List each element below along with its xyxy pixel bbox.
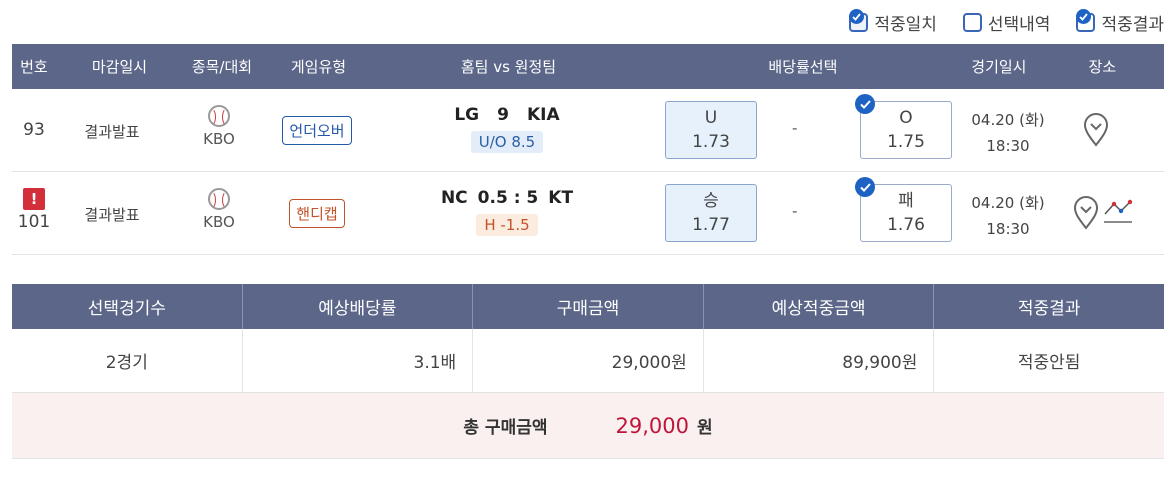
- option-odds: 1.76: [887, 215, 925, 235]
- trend-chart-icon[interactable]: [1102, 196, 1134, 230]
- draw-odds: -: [792, 202, 798, 220]
- summary-result: 적중안됨: [1017, 353, 1081, 373]
- alert-icon: !: [23, 188, 45, 210]
- legend-label: 선택내역: [987, 15, 1051, 35]
- game-type-cell: 핸디캡: [274, 199, 360, 228]
- header-odds: 배당률선택: [768, 58, 838, 76]
- location-icon[interactable]: [1072, 196, 1100, 234]
- total-amount: 29,000: [615, 413, 689, 438]
- location-icon[interactable]: [1072, 113, 1120, 151]
- game-time: 18:30: [986, 137, 1030, 155]
- header-no: 번호: [20, 58, 48, 76]
- home-team: LG: [454, 105, 480, 125]
- close-status: 결과발표: [84, 123, 140, 141]
- header-place: 장소: [1088, 58, 1117, 76]
- legend-label: 적중일치: [874, 15, 937, 35]
- sport-cell: KBO: [180, 105, 258, 148]
- header-date: 경기일시: [971, 58, 1027, 76]
- league-name: KBO: [203, 130, 235, 148]
- summary-header-result: 적중결과: [1017, 299, 1081, 319]
- summary-expected: 89,900원: [704, 329, 935, 392]
- checkbox-icon[interactable]: [1076, 9, 1096, 32]
- odds-cell: 승 1.77 - 패 1.76: [652, 172, 972, 255]
- game-type-badge: 핸디캡: [289, 199, 345, 228]
- game-type-cell: 언더오버: [274, 116, 360, 145]
- summary-header-count: 선택경기수: [12, 284, 243, 329]
- total-purchase-bar: 총 구매금액 29,000 원: [12, 393, 1164, 459]
- check-icon: [855, 94, 875, 114]
- legend-hit-match[interactable]: 적중일치: [849, 9, 937, 35]
- legend: 적중일치 선택내역 적중결과: [849, 9, 1164, 35]
- check-icon: [855, 177, 875, 197]
- checkbox-icon[interactable]: [962, 13, 982, 32]
- sport-cell: KBO: [180, 188, 258, 231]
- game-number: 93: [23, 120, 45, 140]
- header-sport: 종목/대회: [191, 58, 253, 76]
- game-date: 04.20 (화): [971, 111, 1045, 129]
- away-team: KIA: [526, 105, 560, 125]
- header-match: 홈팀 vs 원정팀: [460, 58, 557, 76]
- match-cell: NC 0.5 : 5 KT H -1.5: [392, 188, 622, 236]
- place-cell: [1072, 196, 1152, 234]
- odds-option-lose[interactable]: 패 1.76: [855, 177, 952, 242]
- game-number: 101: [17, 212, 51, 232]
- legend-selection[interactable]: 선택내역: [962, 10, 1051, 35]
- summary-header: 선택경기수 예상배당률 구매금액 예상적중금액 적중결과: [12, 284, 1164, 329]
- summary-odds: 3.1배: [243, 329, 474, 392]
- line-badge: H -1.5: [476, 214, 538, 236]
- option-label: O: [899, 108, 913, 128]
- header-type: 게임유형: [290, 58, 347, 76]
- home-team: NC: [440, 188, 468, 208]
- summary-purchase: 29,000원: [473, 329, 704, 392]
- game-date: 04.20 (화): [971, 194, 1045, 212]
- table-row: 93 결과발표 KBO 언더오버 LG 9 KIA U/O 8.5 U 1.73…: [12, 89, 1164, 172]
- legend-hit-result[interactable]: 적중결과: [1076, 9, 1164, 35]
- odds-option-under[interactable]: U 1.73: [665, 101, 757, 159]
- summary-header-expected: 예상적중금액: [704, 284, 935, 329]
- table-row: ! 101 결과발표 KBO 핸디캡 NC 0.5 : 5 KT H -1.5 …: [12, 172, 1164, 255]
- summary-header-purchase: 구매금액: [473, 284, 704, 329]
- option-odds: 1.75: [887, 132, 925, 152]
- summary-header-odds: 예상배당률: [243, 284, 474, 329]
- baseball-icon: [208, 188, 230, 210]
- odds-cell: U 1.73 - O 1.75: [652, 89, 972, 172]
- game-datetime: 04.20 (화) 18:30: [960, 190, 1056, 242]
- line-badge: U/O 8.5: [470, 131, 544, 153]
- option-label: 승: [703, 191, 719, 211]
- summary-count: 2경기: [12, 329, 243, 392]
- odds-option-over[interactable]: O 1.75: [855, 94, 952, 159]
- baseball-icon: [208, 105, 230, 127]
- match-cell: LG 9 KIA U/O 8.5: [392, 105, 622, 153]
- away-team: KT: [548, 188, 574, 208]
- total-unit: 원: [696, 418, 713, 438]
- option-label: 패: [898, 191, 914, 211]
- league-name: KBO: [203, 213, 235, 231]
- legend-label: 적중결과: [1101, 15, 1164, 35]
- game-type-badge: 언더오버: [282, 116, 352, 145]
- summary-table: 선택경기수 예상배당률 구매금액 예상적중금액 적중결과 2경기 3.1배 29…: [12, 284, 1164, 459]
- total-label: 총 구매금액: [463, 418, 548, 438]
- draw-odds: -: [792, 119, 798, 137]
- table-header: 번호 마감일시 종목/대회 게임유형 홈팀 vs 원정팀 배당률선택 경기일시 …: [12, 44, 1164, 89]
- option-odds: 1.77: [692, 215, 730, 235]
- checkbox-icon[interactable]: [849, 9, 869, 32]
- summary-row: 2경기 3.1배 29,000원 89,900원 적중안됨: [12, 329, 1164, 393]
- game-number-cell: ! 101: [12, 188, 56, 232]
- match-score: 0.5 : 5: [477, 188, 539, 208]
- match-score: 9: [497, 105, 509, 125]
- option-label: U: [704, 108, 718, 128]
- header-close: 마감일시: [91, 58, 148, 76]
- bet-table: 번호 마감일시 종목/대회 게임유형 홈팀 vs 원정팀 배당률선택 경기일시 …: [12, 44, 1164, 255]
- option-odds: 1.73: [692, 132, 730, 152]
- close-status: 결과발표: [84, 206, 140, 224]
- game-datetime: 04.20 (화) 18:30: [960, 107, 1056, 159]
- odds-option-win[interactable]: 승 1.77: [665, 184, 757, 242]
- game-time: 18:30: [986, 220, 1030, 238]
